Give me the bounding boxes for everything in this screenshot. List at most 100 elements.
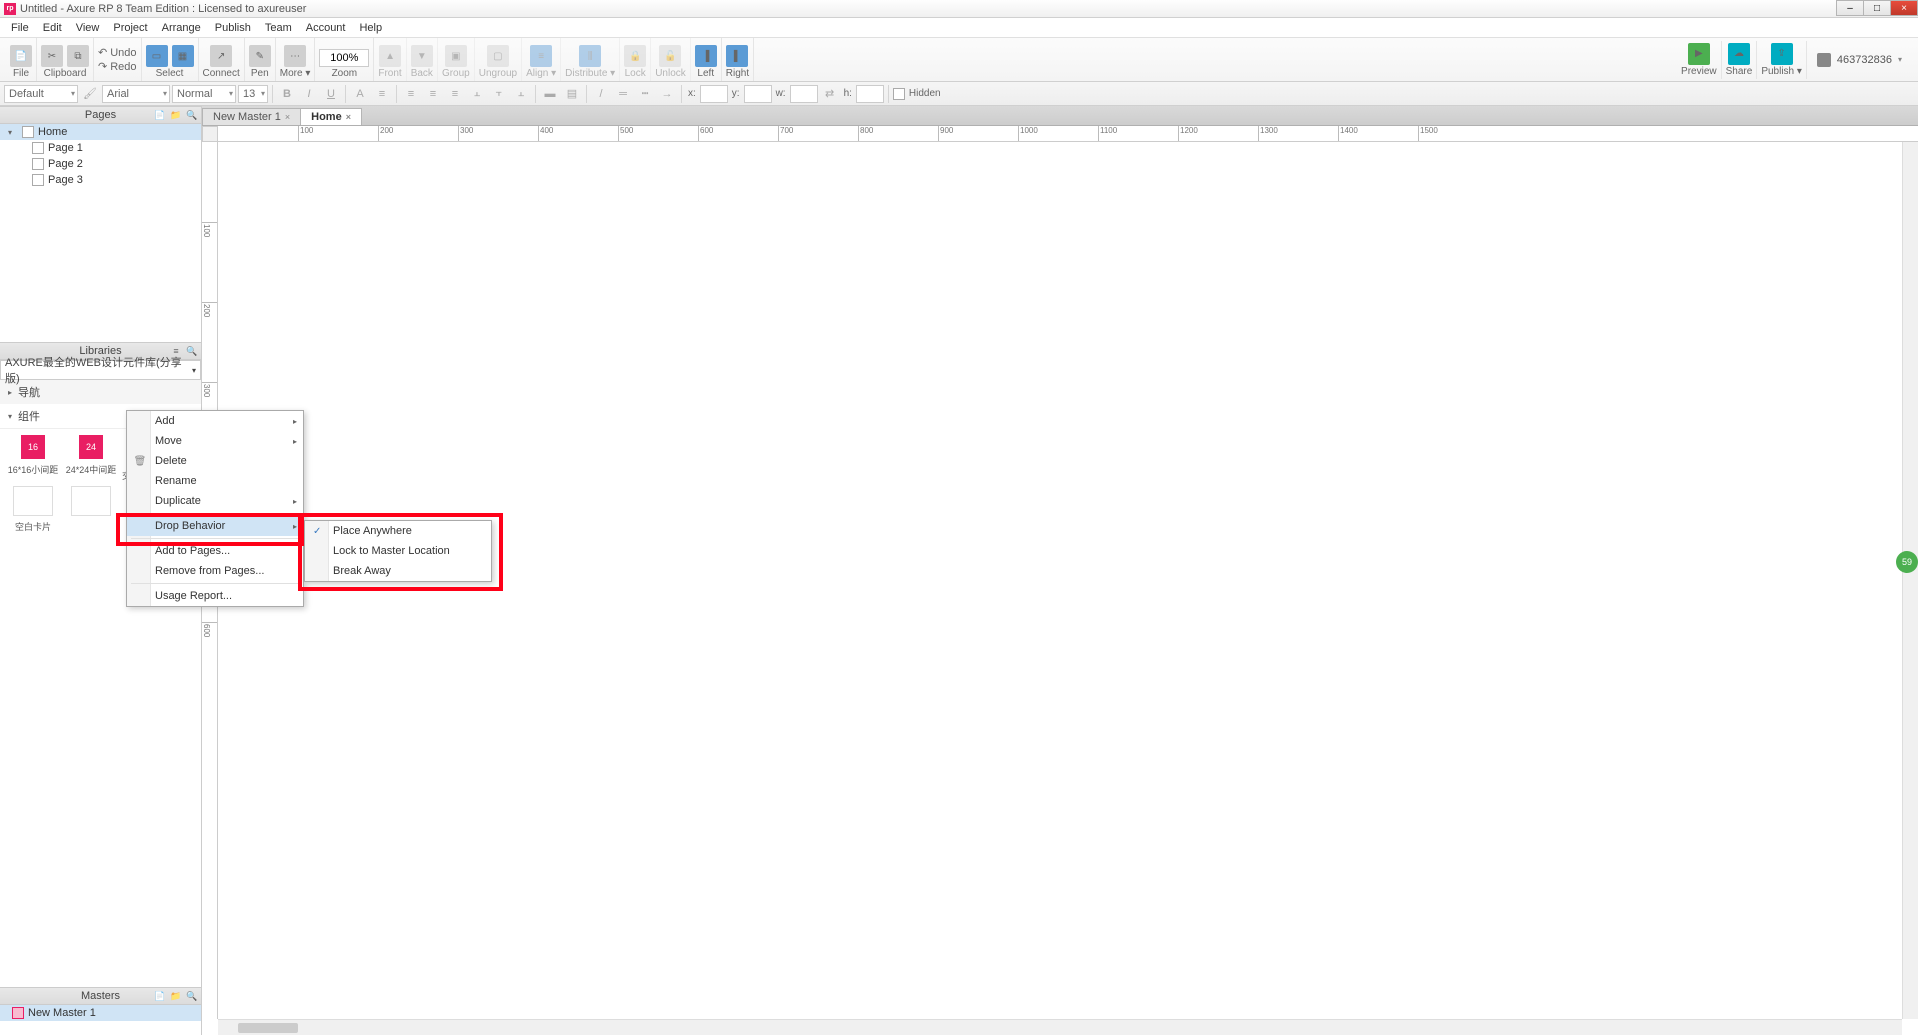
zoom-input[interactable]: 100% (319, 49, 369, 67)
align-middle-button[interactable]: ⫟ (489, 84, 509, 104)
ribbon-unlock[interactable]: 🔓 Unlock (651, 38, 691, 81)
w-input[interactable] (790, 85, 818, 103)
hidden-checkbox[interactable] (893, 88, 905, 100)
add-master-icon[interactable]: 📄 (153, 989, 167, 1003)
vertical-scrollbar[interactable] (1902, 142, 1918, 1019)
ribbon-zoom[interactable]: 100% Zoom (315, 38, 374, 81)
minimize-button[interactable]: – (1836, 0, 1864, 16)
search-icon[interactable]: 🔍 (185, 108, 199, 122)
redo-button[interactable]: ↷Redo (98, 60, 137, 73)
ctx-usage-report[interactable]: Usage Report... (127, 586, 303, 606)
ctx-remove-from-pages[interactable]: Remove from Pages... (127, 561, 303, 581)
ribbon-preview[interactable]: ▶ Preview (1677, 41, 1722, 79)
line-width-button[interactable]: ═ (613, 84, 633, 104)
menu-arrange[interactable]: Arrange (155, 20, 208, 36)
tab-home[interactable]: Home × (300, 108, 362, 125)
ctx-drop-behavior[interactable]: Drop Behavior▸ (127, 516, 303, 536)
menu-account[interactable]: Account (299, 20, 353, 36)
ribbon-pen[interactable]: ✎ Pen (245, 38, 276, 81)
ribbon-back[interactable]: ▼ Back (407, 38, 438, 81)
search-icon[interactable]: 🔍 (185, 989, 199, 1003)
sub-lock-to-master[interactable]: Lock to Master Location (305, 541, 491, 561)
collapse-icon[interactable]: ▾ (8, 128, 18, 137)
font-combo[interactable]: Arial (102, 85, 170, 103)
style-painter-icon[interactable]: 🖌 (80, 84, 100, 104)
menu-project[interactable]: Project (106, 20, 154, 36)
align-top-button[interactable]: ⫠ (467, 84, 487, 104)
h-input[interactable] (856, 85, 884, 103)
align-bottom-button[interactable]: ⫠ (511, 84, 531, 104)
ribbon-distribute[interactable]: ⫼ Distribute ▾ (561, 38, 620, 81)
ribbon-clipboard[interactable]: ✂⧉ Clipboard (37, 38, 94, 81)
menu-view[interactable]: View (69, 20, 107, 36)
menu-edit[interactable]: Edit (36, 20, 69, 36)
line-style-button[interactable]: ┅ (635, 84, 655, 104)
weight-combo[interactable]: Normal (172, 85, 236, 103)
ctx-add[interactable]: Add▸ (127, 411, 303, 431)
italic-button[interactable]: I (299, 84, 319, 104)
arrow-button[interactable]: → (657, 84, 677, 104)
ctx-move[interactable]: Move▸ (127, 431, 303, 451)
lib-tile-blank-card[interactable]: 空白卡片 (6, 486, 60, 533)
lib-tile-extra[interactable] (64, 486, 118, 533)
text-color-button[interactable]: A (350, 84, 370, 104)
add-page-icon[interactable]: 📄 (153, 108, 167, 122)
align-right-button[interactable]: ≡ (445, 84, 465, 104)
ribbon-publish[interactable]: ⇪ Publish ▾ (1757, 41, 1807, 79)
user-account[interactable]: 463732836 ▾ (1807, 53, 1912, 67)
sub-break-away[interactable]: Break Away (305, 561, 491, 581)
bold-button[interactable]: B (277, 84, 297, 104)
lock-aspect-icon[interactable]: ⇄ (820, 84, 840, 104)
page-item-page2[interactable]: Page 2 (0, 156, 201, 172)
bullet-button[interactable]: ≡ (372, 84, 392, 104)
floating-badge[interactable]: 59 (1896, 551, 1918, 573)
page-item-home[interactable]: ▾ Home (0, 124, 201, 140)
tab-new-master-1[interactable]: New Master 1 × (202, 108, 301, 125)
ribbon-left[interactable]: ▐ Left (691, 38, 722, 81)
ctx-rename[interactable]: Rename (127, 471, 303, 491)
page-item-page3[interactable]: Page 3 (0, 172, 201, 188)
lib-tile-16x16[interactable]: 16 16*16小间距 (6, 435, 60, 482)
add-folder-icon[interactable]: 📁 (169, 989, 183, 1003)
close-tab-icon[interactable]: × (285, 112, 290, 122)
ctx-duplicate[interactable]: Duplicate▸ (127, 491, 303, 511)
page-item-page1[interactable]: Page 1 (0, 140, 201, 156)
fill-color-button[interactable]: ▬ (540, 84, 560, 104)
align-left-button[interactable]: ≡ (401, 84, 421, 104)
line-button[interactable]: / (591, 84, 611, 104)
ribbon-align[interactable]: ≡ Align ▾ (522, 38, 561, 81)
ribbon-share[interactable]: ☁ Share (1722, 41, 1758, 79)
menu-team[interactable]: Team (258, 20, 299, 36)
lib-tile-24x24[interactable]: 24 24*24中间距 (64, 435, 118, 482)
y-input[interactable] (744, 85, 772, 103)
sub-place-anywhere[interactable]: ✓Place Anywhere (305, 521, 491, 541)
menu-help[interactable]: Help (352, 20, 389, 36)
gradient-button[interactable]: ▤ (562, 84, 582, 104)
size-combo[interactable]: 13 (238, 85, 268, 103)
ribbon-more[interactable]: ⋯ More ▾ (276, 38, 316, 81)
close-tab-icon[interactable]: × (346, 112, 351, 122)
ribbon-right[interactable]: ▌ Right (722, 38, 754, 81)
library-selector[interactable]: AXURE最全的WEB设计元件库(分享版) (0, 360, 201, 380)
scrollbar-thumb[interactable] (238, 1023, 298, 1033)
style-combo[interactable]: Default (4, 85, 78, 103)
ribbon-front[interactable]: ▲ Front (374, 38, 406, 81)
add-folder-icon[interactable]: 📁 (169, 108, 183, 122)
ribbon-connect[interactable]: ↗ Connect (199, 38, 245, 81)
master-item-new-master-1[interactable]: New Master 1 (0, 1005, 201, 1021)
ribbon-group[interactable]: ▣ Group (438, 38, 475, 81)
ribbon-ungroup[interactable]: ▢ Ungroup (475, 38, 522, 81)
ribbon-file[interactable]: 📄 File (6, 38, 37, 81)
ctx-delete[interactable]: 🗑Delete (127, 451, 303, 471)
underline-button[interactable]: U (321, 84, 341, 104)
align-center-button[interactable]: ≡ (423, 84, 443, 104)
menu-publish[interactable]: Publish (208, 20, 258, 36)
ribbon-lock[interactable]: 🔒 Lock (620, 38, 651, 81)
maximize-button[interactable]: □ (1863, 0, 1891, 16)
menu-file[interactable]: File (4, 20, 36, 36)
horizontal-scrollbar[interactable] (218, 1019, 1902, 1035)
undo-button[interactable]: ↶Undo (98, 46, 137, 59)
ctx-add-to-pages[interactable]: Add to Pages... (127, 541, 303, 561)
x-input[interactable] (700, 85, 728, 103)
close-button[interactable]: × (1890, 0, 1918, 16)
